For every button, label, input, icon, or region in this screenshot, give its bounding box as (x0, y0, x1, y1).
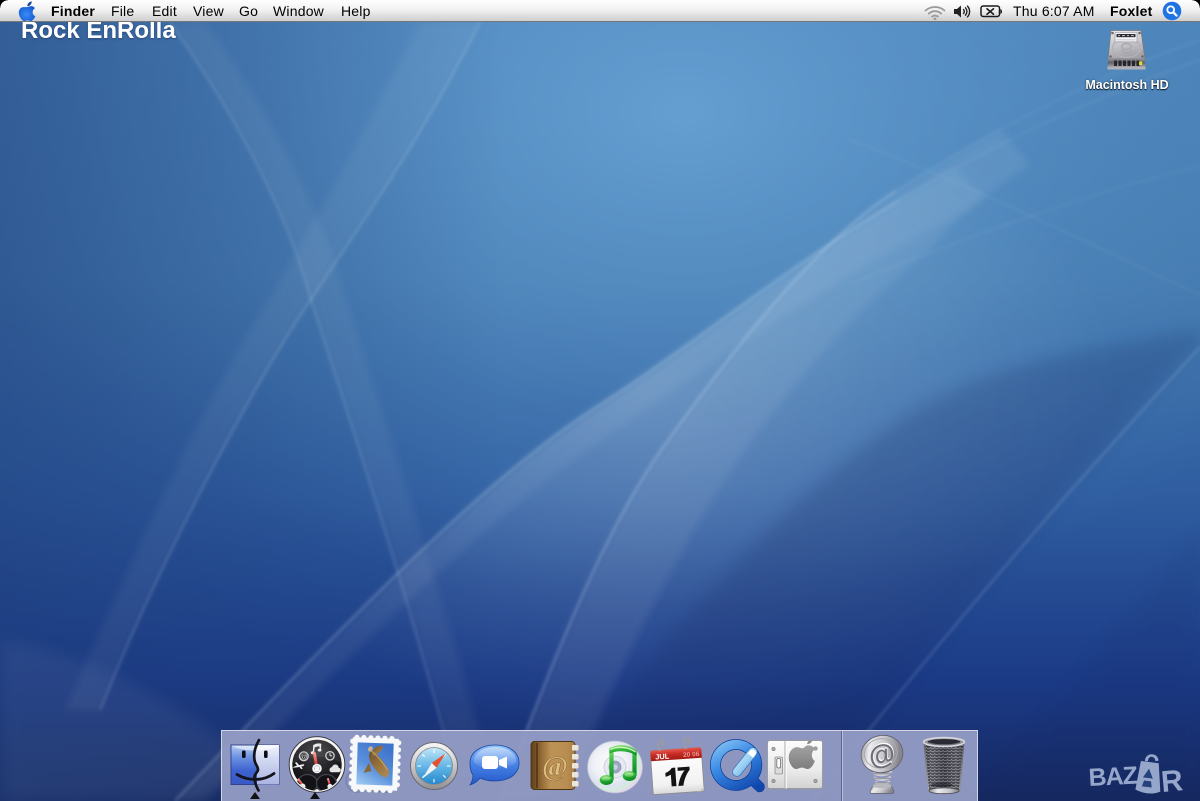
svg-text:20 06: 20 06 (683, 751, 700, 759)
svg-text:@: @ (300, 752, 308, 761)
svg-text:@: @ (542, 752, 568, 783)
svg-text:JUL: JUL (655, 751, 670, 761)
svg-text:BAZ: BAZ (1088, 761, 1139, 792)
svg-text:R: R (1160, 764, 1185, 799)
